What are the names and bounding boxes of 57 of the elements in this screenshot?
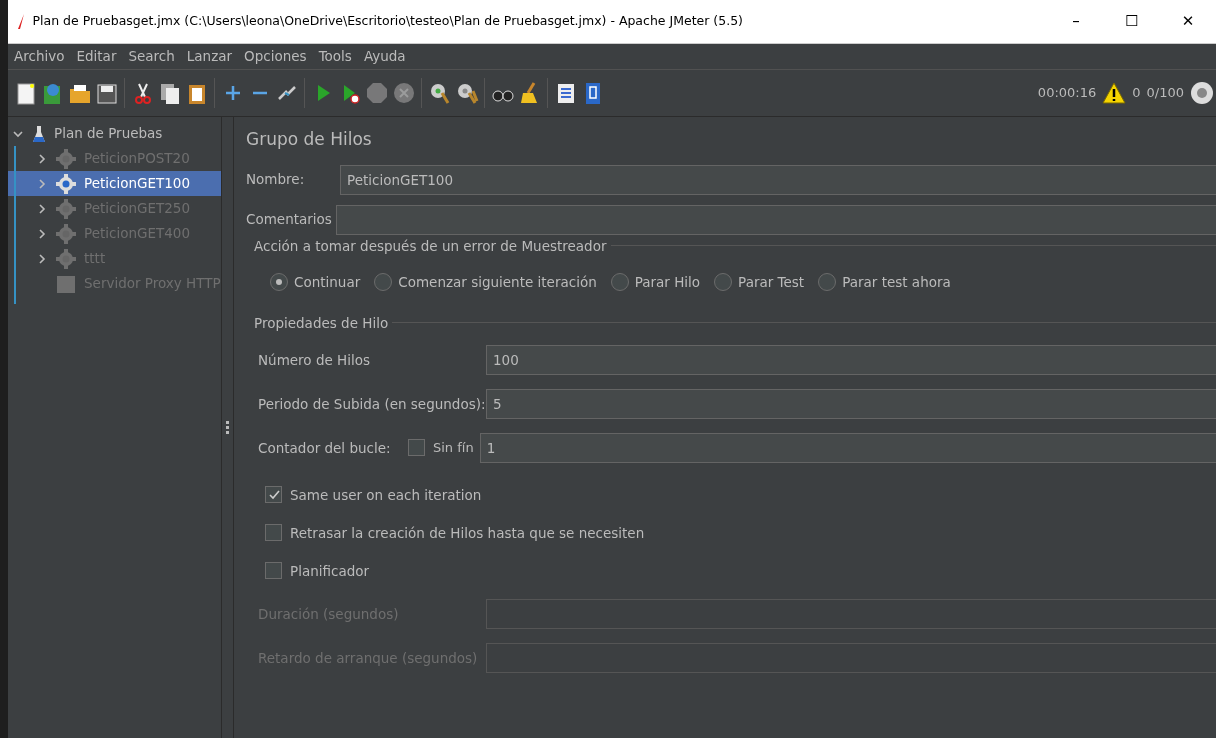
- radio-label[interactable]: Parar test ahora: [842, 272, 951, 293]
- menu-item[interactable]: Ayuda: [357, 46, 412, 67]
- checkbox-label[interactable]: Sin fín: [433, 438, 474, 458]
- tree-item[interactable]: Plan de Pruebas: [8, 121, 221, 146]
- thread-count: 0/100: [1146, 84, 1184, 103]
- checkbox-label[interactable]: Same user on each iteration: [290, 484, 482, 505]
- panel-title: Grupo de Hilos: [246, 128, 373, 151]
- field-label: Nombre:: [246, 170, 306, 190]
- radio-button[interactable]: [374, 273, 393, 292]
- menu-item[interactable]: Archivo: [8, 46, 71, 67]
- menu-item[interactable]: Editar: [70, 46, 123, 67]
- radio-label[interactable]: Comenzar siguiente iteración: [398, 272, 597, 293]
- comments-field[interactable]: [336, 204, 1216, 235]
- radio-button[interactable]: [714, 273, 733, 292]
- gear-icon: [56, 148, 76, 169]
- warning-icon: [1102, 82, 1127, 104]
- checkbox[interactable]: [265, 562, 282, 580]
- warning-count: 0: [1132, 84, 1141, 103]
- splitter-handle[interactable]: [226, 420, 229, 435]
- radio-button[interactable]: [270, 273, 288, 292]
- radio-label[interactable]: Parar Test: [738, 272, 805, 293]
- tree-item[interactable]: PeticionGET100: [8, 171, 221, 196]
- maximize-button[interactable]: ☐: [1104, 0, 1160, 44]
- number-field[interactable]: 1: [479, 432, 1216, 463]
- window-title: Plan de Pruebasget.jmx (C:\Users\leona\OneDrive\Escritorio\testeo\Plan de Pruebasget.jmx) - Apache JMeter (5.5): [32, 12, 744, 31]
- menu-item[interactable]: Tools: [312, 46, 358, 67]
- minimize-button[interactable]: –: [1048, 0, 1104, 44]
- name-field[interactable]: PeticionGET100: [340, 164, 1216, 195]
- radio-button[interactable]: [610, 273, 629, 292]
- server-icon: [56, 273, 76, 294]
- radio-label[interactable]: Parar Hilo: [634, 272, 701, 293]
- elapsed-time: 00:00:16: [1037, 84, 1097, 103]
- number-field[interactable]: 100: [486, 344, 1216, 375]
- checkbox[interactable]: [265, 486, 282, 504]
- menu-item[interactable]: Lanzar: [180, 46, 239, 67]
- checkbox-label[interactable]: Retrasar la creación de Hilos hasta que se necesiten: [290, 522, 645, 543]
- gear-icon: [56, 198, 76, 219]
- feather-icon: [16, 12, 26, 31]
- checkbox[interactable]: [265, 524, 282, 542]
- radio-label[interactable]: Continuar: [294, 272, 361, 293]
- menu-item[interactable]: Search: [122, 46, 181, 67]
- checkbox[interactable]: [408, 439, 425, 457]
- checkmark-icon: [267, 488, 280, 501]
- field-label: Comentarios: [246, 210, 333, 230]
- field-label: Contador del bucle:: [258, 438, 392, 458]
- field-label: Periodo de Subida (en segundos):: [258, 394, 486, 414]
- field-label: Número de Hilos: [258, 350, 372, 370]
- gear-icon: [56, 223, 76, 244]
- gear-icon: [56, 248, 76, 269]
- remote-status-icon: [1190, 81, 1214, 105]
- flask-icon: [32, 124, 46, 143]
- checkbox-label[interactable]: Planificador: [290, 560, 370, 581]
- close-button[interactable]: ✕: [1160, 0, 1216, 44]
- menu-item[interactable]: Opciones: [238, 46, 313, 67]
- number-field[interactable]: 5: [486, 388, 1216, 419]
- radio-button[interactable]: [818, 273, 837, 292]
- gear-icon: [56, 173, 76, 194]
